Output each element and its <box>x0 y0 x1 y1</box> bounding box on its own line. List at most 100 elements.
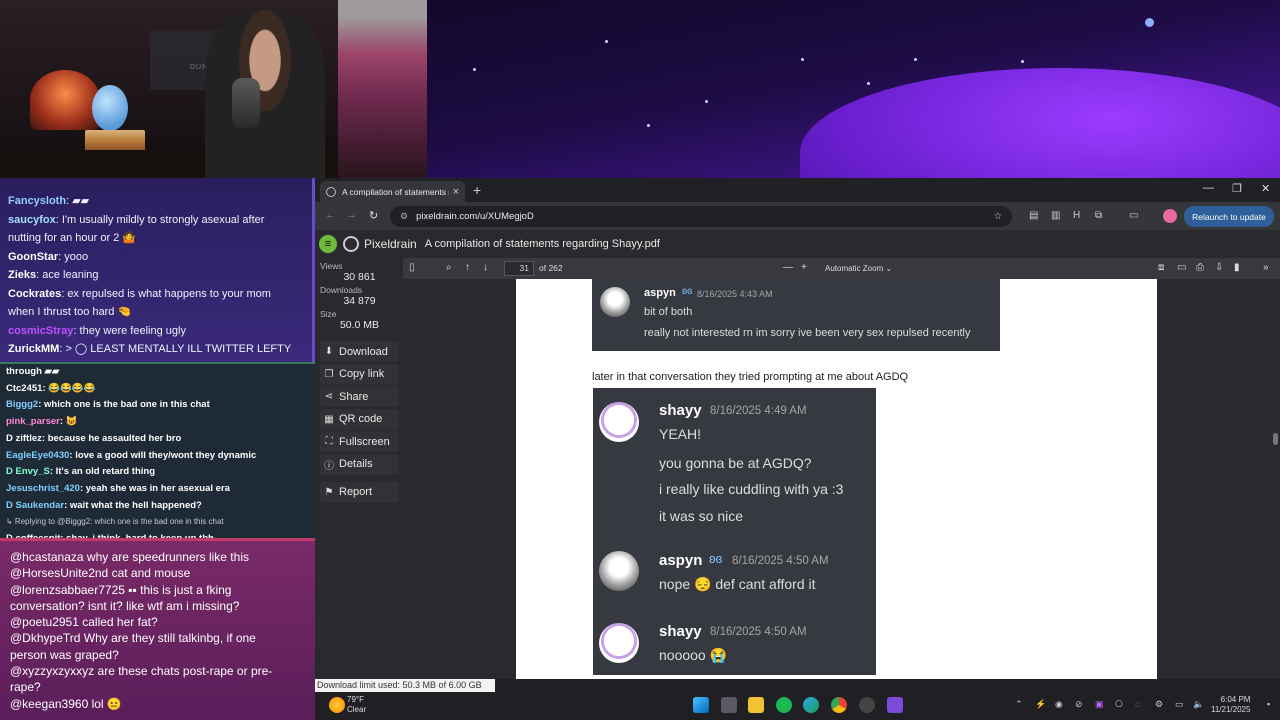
menu-icon[interactable]: ≡ <box>319 235 337 253</box>
print-icon[interactable]: ⎙ <box>1196 262 1204 273</box>
notifications-icon[interactable]: ▪ <box>1267 699 1270 709</box>
chat-message: when I thrust too hard 🤏 <box>8 303 306 322</box>
chat-text: Why are they still talkinbg, if one <box>80 631 256 646</box>
start-icon[interactable] <box>693 697 709 713</box>
spotify-icon[interactable] <box>776 697 792 713</box>
chat-username[interactable]: through <box>6 366 42 377</box>
volume-icon[interactable]: 🔈 <box>1193 699 1204 710</box>
find-icon[interactable]: ⌕ <box>446 262 452 273</box>
chat-username[interactable]: cosmicStray <box>8 325 73 337</box>
previous-page-icon[interactable]: ↑ <box>465 262 470 273</box>
report-button[interactable]: ⚑ Report <box>320 481 399 503</box>
chat-username[interactable]: @lorenzsabbaer7725 <box>10 583 125 597</box>
globe-icon <box>326 186 336 197</box>
steam-icon[interactable]: ◌ <box>1135 699 1140 709</box>
tray-app-icon[interactable]: ⊘ <box>1075 699 1083 710</box>
chat-message: @lorenzsabbaer7725 ▪▪ this is just a fki… <box>10 582 309 598</box>
extension-trash-icon[interactable]: ▥ <box>1051 210 1060 221</box>
share-button[interactable]: ⋖ Share <box>320 386 399 407</box>
tools-chevron-icon[interactable]: » <box>1263 262 1269 273</box>
chat-username[interactable]: Zieks <box>8 269 36 281</box>
chat-username[interactable]: @keegan3960 <box>10 697 88 711</box>
close-tab-icon[interactable]: × <box>453 186 459 198</box>
bookmark-icon[interactable]: ▮ <box>1234 262 1240 273</box>
extension-doc-icon[interactable]: ▤ <box>1029 210 1038 221</box>
zoom-select[interactable]: Automatic Zoom ⌄ <box>821 261 901 276</box>
tray-expand-icon[interactable]: ⌃ <box>1015 699 1023 710</box>
file-explorer-icon[interactable] <box>748 697 764 713</box>
message-line: it was so nice <box>659 508 744 524</box>
pixeldrain-brand[interactable]: Pixeldrain <box>364 237 417 251</box>
tray-app-icon[interactable]: ⚙ <box>1155 699 1163 710</box>
tray-app-icon[interactable]: ▣ <box>1095 699 1104 710</box>
chat-username[interactable]: saucyfox <box>8 214 56 226</box>
back-button[interactable]: ← <box>325 209 336 221</box>
chat-username[interactable]: GoonStar <box>8 251 58 263</box>
save-icon[interactable]: ⇩ <box>1215 262 1223 273</box>
maximize-button[interactable]: ❐ <box>1232 182 1242 195</box>
chat-username[interactable]: pink_parser <box>6 416 60 427</box>
minimize-button[interactable]: — <box>1203 182 1214 194</box>
qr-code-button[interactable]: ▦ QR code <box>320 408 399 430</box>
presentation-icon[interactable]: ⧈ <box>1158 262 1164 273</box>
chat-username[interactable]: Fancysloth <box>8 195 66 207</box>
chat-username[interactable]: @hcastanaza <box>10 550 84 564</box>
chat-username[interactable]: Ctc2451 <box>6 383 42 394</box>
tab-search-icon[interactable]: ▭ <box>1129 210 1138 221</box>
chat-username[interactable]: Cockrates <box>8 288 61 300</box>
system-clock[interactable]: 6:04 PM 11/21/2025 <box>1211 695 1250 715</box>
extensions-puzzle-icon[interactable]: ⧉ <box>1095 210 1102 221</box>
obs-icon[interactable] <box>859 697 875 713</box>
open-file-icon[interactable]: ▭ <box>1177 262 1186 273</box>
details-button[interactable]: ⓘ Details <box>320 453 399 475</box>
profile-avatar[interactable] <box>1163 209 1177 223</box>
new-tab-button[interactable]: + <box>473 182 481 198</box>
chrome-icon[interactable] <box>831 697 847 713</box>
chat-username[interactable]: D ziftlez <box>6 433 42 444</box>
tab-pdf[interactable]: A compilation of statements re × <box>320 181 465 202</box>
page-number-input[interactable]: 31 <box>504 261 534 276</box>
tray-app-icon[interactable]: ⎔ <box>1115 699 1123 710</box>
chat-message: D Saukendar: wait what the hell happened… <box>6 498 309 515</box>
chat-username[interactable]: @poetu2951 <box>10 615 79 629</box>
close-window-button[interactable]: ✕ <box>1261 182 1270 195</box>
next-page-icon[interactable]: ↓ <box>483 262 488 273</box>
chat-username[interactable]: ZurickMM <box>8 343 59 355</box>
chat-username[interactable]: D Saukendar <box>6 500 64 511</box>
downloads-label: Downloads <box>320 285 363 295</box>
extension-h-icon[interactable]: H <box>1073 210 1080 221</box>
chat-message: Biggg2: which one is the bad one in this… <box>6 397 309 414</box>
pdf-viewport[interactable]: aspyn ʚɞ 8/16/2025 4:43 AM bit of both r… <box>403 279 1280 679</box>
pixeldrain-logo-icon[interactable] <box>343 236 359 252</box>
weather-widget[interactable]: 79°F Clear <box>347 695 366 715</box>
sidebar-toggle-icon[interactable]: ▯ <box>409 262 415 273</box>
zoom-in-icon[interactable]: + <box>801 262 807 273</box>
download-button[interactable]: ⬇ Download <box>320 341 399 362</box>
bookmark-star-icon[interactable]: ☆ <box>993 211 1002 222</box>
edge-icon[interactable] <box>803 697 819 713</box>
tray-app-icon[interactable]: ⚡ <box>1035 699 1046 710</box>
reload-button[interactable]: ↻ <box>369 209 378 222</box>
file-sidebar: Views 30 861 Downloads 34 879 Size 50.0 … <box>315 258 403 692</box>
copy-link-button[interactable]: ❐ Copy link <box>320 363 399 385</box>
address-bar[interactable]: ⚙ pixeldrain.com/u/XUMegjoD ☆ <box>390 206 1012 227</box>
tray-app-icon[interactable]: ◉ <box>1055 699 1063 710</box>
relaunch-button[interactable]: Relaunch to update <box>1184 206 1274 227</box>
chat-username[interactable]: Jesuschrist_420 <box>6 483 80 494</box>
network-icon[interactable]: ▭ <box>1175 699 1184 710</box>
fullscreen-button[interactable]: ⛶ Fullscreen <box>320 431 399 452</box>
chat-username[interactable]: @xyzzyxzyxxyz <box>10 664 94 678</box>
author-name: shayy <box>659 402 702 419</box>
chat-username[interactable]: Biggg2 <box>6 399 38 410</box>
app-icon[interactable] <box>887 697 903 713</box>
chat-username[interactable]: @DkhypeTrd <box>10 631 80 645</box>
task-view-icon[interactable] <box>721 697 737 713</box>
chat-username[interactable]: EagleEye0430 <box>6 450 69 461</box>
zoom-out-icon[interactable]: — <box>783 262 793 273</box>
pdf-scrollbar-thumb[interactable] <box>1273 433 1278 445</box>
weather-sun-icon[interactable] <box>329 697 345 713</box>
site-info-icon[interactable]: ⚙ <box>400 211 408 222</box>
forward-button[interactable]: → <box>346 209 357 221</box>
chat-username[interactable]: D Envy_S <box>6 466 50 477</box>
chat-username[interactable]: @HorsesUnite2nd <box>10 566 108 580</box>
